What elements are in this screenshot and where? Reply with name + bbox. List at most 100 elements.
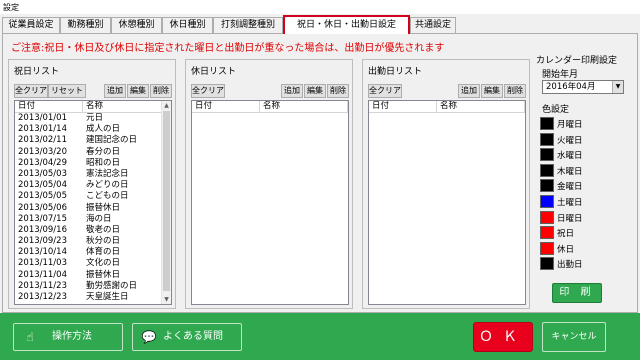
- workday-list-title: 出勤日リスト: [368, 67, 423, 77]
- cancel-button[interactable]: キャンセル: [542, 322, 606, 352]
- holiday-scrollbar[interactable]: ▲ ▼: [161, 101, 171, 304]
- color-swatch[interactable]: [540, 257, 554, 271]
- tab-break-type[interactable]: 休憩種別: [111, 17, 162, 33]
- color-swatch[interactable]: [540, 241, 554, 255]
- color-label: 土曜日: [557, 198, 583, 208]
- table-row[interactable]: 2013/01/01 元日: [15, 113, 163, 124]
- dayoff-list-title: 休日リスト: [191, 67, 237, 77]
- scroll-down-icon[interactable]: ▼: [162, 295, 171, 304]
- table-row[interactable]: 2013/11/04 振替休日: [15, 270, 163, 281]
- table-row[interactable]: 2013/05/06 振替休日: [15, 203, 163, 214]
- dayoff-add-button[interactable]: 追加: [281, 84, 303, 98]
- table-row[interactable]: 2013/05/03 憲法記念日: [15, 169, 163, 180]
- holiday-add-button[interactable]: 追加: [104, 84, 126, 98]
- table-row[interactable]: 2013/03/20 春分の日: [15, 147, 163, 158]
- row-date: 2013/04/29: [18, 157, 67, 168]
- row-date: 2013/09/16: [18, 224, 67, 235]
- color-swatch[interactable]: [540, 195, 554, 208]
- workday-add-button[interactable]: 追加: [458, 84, 480, 98]
- holiday-delete-button[interactable]: 削除: [150, 84, 172, 98]
- scroll-up-icon[interactable]: ▲: [162, 101, 171, 110]
- chevron-down-icon[interactable]: ▼: [612, 81, 623, 93]
- row-date: 2013/05/06: [18, 202, 67, 213]
- window-title: 設定: [0, 0, 640, 14]
- color-swatch[interactable]: [540, 132, 554, 146]
- holiday-col-date[interactable]: 日付: [15, 101, 83, 113]
- workday-col-name[interactable]: 名称: [437, 101, 525, 113]
- table-row[interactable]: 2013/07/15 海の日: [15, 214, 163, 225]
- workday-listbox[interactable]: 日付 名称: [368, 100, 526, 305]
- dayoff-edit-button[interactable]: 編集: [304, 84, 326, 98]
- color-swatch[interactable]: [540, 226, 554, 240]
- row-name: 秋分の日: [86, 236, 121, 247]
- holiday-rows: 2013/01/01 元日 2013/01/14 成人の日 2013/02/11 建国記念…: [15, 113, 163, 303]
- color-label: 金曜日: [557, 182, 583, 193]
- color-swatch[interactable]: [540, 148, 554, 162]
- calendar-print-title: カレンダー印刷設定: [536, 56, 618, 66]
- start-month-label: 開始年月: [542, 70, 579, 80]
- table-row[interactable]: 2013/01/14 成人の日: [15, 124, 163, 135]
- row-name: 振替休日: [86, 202, 121, 213]
- tab-bar: 従業員設定 勤務種別 休憩種別 休日種別 打刻調整種別 祝日・休日・出勤日設定 …: [2, 15, 638, 34]
- holiday-edit-button[interactable]: 編集: [127, 84, 149, 98]
- workday-clear-button[interactable]: 全クリア: [368, 84, 402, 98]
- start-month-select[interactable]: 2016年04月 ▼: [542, 80, 624, 94]
- row-name: 文化の日: [86, 258, 121, 269]
- row-date: 2013/07/15: [18, 213, 67, 224]
- table-row[interactable]: 2013/09/23 秋分の日: [15, 236, 163, 247]
- dayoff-list-header: 日付 名称: [192, 101, 348, 113]
- tab-stamp-adjust[interactable]: 打刻調整種別: [213, 17, 283, 33]
- table-row[interactable]: 2013/05/04 みどりの日: [15, 180, 163, 191]
- faq-button[interactable]: 💬 よくある質問: [132, 323, 242, 351]
- faq-label: よくある質問: [163, 331, 223, 342]
- color-swatch[interactable]: [540, 179, 554, 193]
- tab-holiday-settings[interactable]: 祝日・休日・出勤日設定: [283, 15, 410, 34]
- ok-button[interactable]: ＯＫ: [473, 322, 533, 352]
- speech-bubble-icon: 💬: [141, 330, 157, 344]
- workday-delete-button[interactable]: 削除: [504, 84, 526, 98]
- color-swatch[interactable]: [540, 117, 554, 130]
- holiday-clear-button[interactable]: 全クリア: [14, 84, 48, 98]
- table-row[interactable]: 2013/02/11 建国記念の日: [15, 135, 163, 146]
- howto-label: 操作方法: [52, 331, 92, 342]
- table-row[interactable]: 2013/10/14 体育の日: [15, 247, 163, 258]
- workday-edit-button[interactable]: 編集: [481, 84, 503, 98]
- row-name: 成人の日: [86, 124, 121, 135]
- table-row[interactable]: 2013/04/29 昭和の日: [15, 158, 163, 169]
- tab-employee[interactable]: 従業員設定: [2, 17, 60, 33]
- color-swatch[interactable]: [540, 210, 554, 224]
- color-swatch[interactable]: [540, 163, 554, 177]
- row-date: 2013/11/03: [18, 258, 67, 269]
- workday-col-date[interactable]: 日付: [369, 101, 437, 113]
- table-row[interactable]: 2013/11/03 文化の日: [15, 258, 163, 269]
- row-date: 2013/05/04: [18, 180, 67, 191]
- table-row[interactable]: 2013/05/05 こどもの日: [15, 191, 163, 202]
- tab-common[interactable]: 共通設定: [410, 17, 456, 33]
- row-date: 2013/12/23: [18, 292, 67, 302]
- color-label: 祝日: [557, 229, 575, 240]
- row-name: 勤労感謝の日: [86, 280, 138, 291]
- row-name: 振替休日: [86, 269, 121, 280]
- print-button[interactable]: 印 刷: [552, 283, 602, 303]
- dayoff-col-date[interactable]: 日付: [192, 101, 260, 113]
- row-date: 2013/01/01: [18, 113, 67, 123]
- color-settings-title: 色設定: [542, 105, 570, 115]
- dayoff-delete-button[interactable]: 削除: [327, 84, 349, 98]
- row-date: 2013/09/23: [18, 236, 67, 247]
- dayoff-clear-button[interactable]: 全クリア: [191, 84, 225, 98]
- row-name: 建国記念の日: [86, 135, 138, 146]
- row-date: 2013/05/03: [18, 168, 67, 179]
- table-row[interactable]: 2013/11/23 勤労感謝の日: [15, 281, 163, 292]
- holiday-listbox[interactable]: 日付 名称 2013/01/01 元日 2013/01/14 成人の日 2013/02/…: [14, 100, 172, 305]
- row-name: 天皇誕生日: [86, 292, 129, 302]
- table-row[interactable]: 2013/09/16 敬老の日: [15, 225, 163, 236]
- holiday-col-name[interactable]: 名称: [83, 101, 163, 113]
- table-row[interactable]: 2013/12/23 天皇誕生日: [15, 292, 163, 303]
- howto-button[interactable]: ☝ 操作方法: [13, 323, 123, 351]
- dayoff-col-name[interactable]: 名称: [260, 101, 348, 113]
- holiday-reset-button[interactable]: リセット: [48, 84, 86, 98]
- tab-dayoff-type[interactable]: 休日種別: [162, 17, 213, 33]
- dayoff-listbox[interactable]: 日付 名称: [191, 100, 349, 305]
- scroll-thumb[interactable]: [163, 111, 170, 291]
- tab-work-type[interactable]: 勤務種別: [60, 17, 111, 33]
